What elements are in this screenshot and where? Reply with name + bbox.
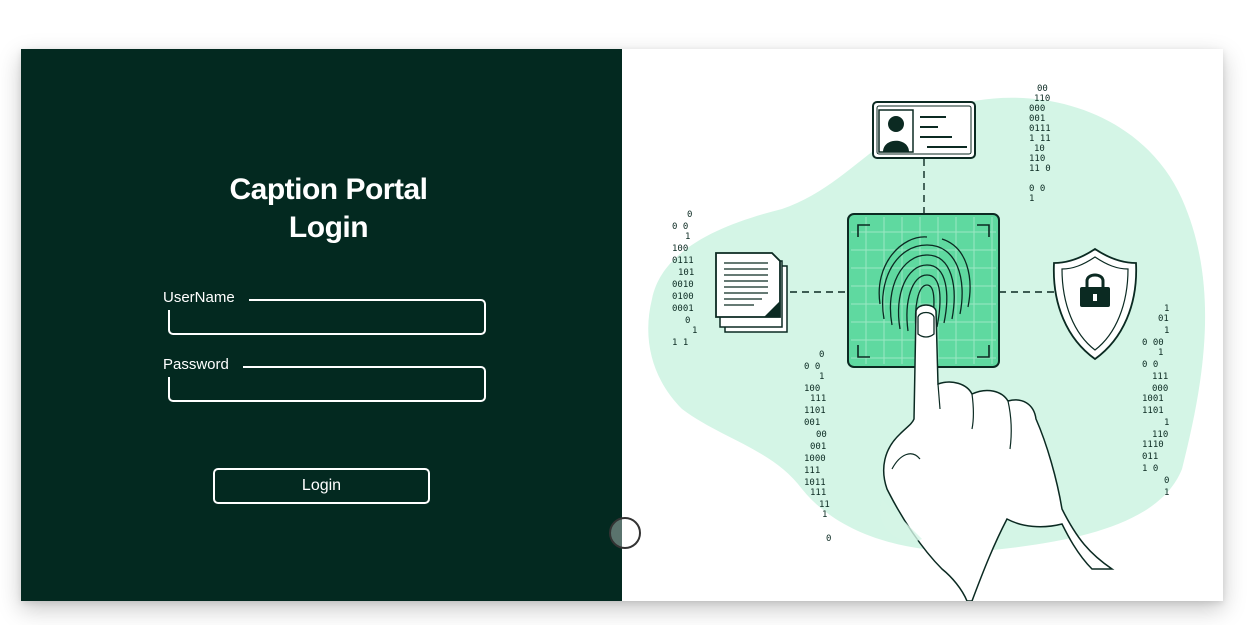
login-button[interactable]: Login [213, 468, 430, 504]
binary-text: 11 [819, 500, 830, 510]
binary-text: 110 [1029, 154, 1045, 164]
binary-text: 1101 [804, 406, 826, 416]
binary-text: 0 [1164, 476, 1169, 486]
binary-text: 1 [1158, 348, 1163, 358]
binary-text: 0 0 [1142, 360, 1158, 370]
binary-text: 000 [1152, 384, 1168, 394]
binary-text: 001 [1029, 114, 1045, 124]
password-field[interactable]: Password [161, 357, 486, 402]
binary-text: 1 0 [1142, 464, 1158, 474]
page-title: Caption Portal Login [21, 171, 636, 247]
binary-text: 01 [1158, 314, 1169, 324]
binary-text: 0100 [672, 292, 694, 302]
binary-text: 1 [819, 372, 824, 382]
binary-text: 1 [692, 326, 697, 336]
binary-text: 111 [810, 394, 826, 404]
binary-text: 0010 [672, 280, 694, 290]
binary-text: 00 [816, 430, 827, 440]
binary-text: 1 [1029, 194, 1034, 204]
binary-text: 0001 [672, 304, 694, 314]
username-label: UserName [161, 290, 249, 310]
username-field[interactable]: UserName [161, 290, 486, 335]
binary-text: 10 [1034, 144, 1045, 154]
binary-text: 000 [1029, 104, 1045, 114]
binary-text: 111 [810, 488, 826, 498]
binary-text: 100 [804, 384, 820, 394]
binary-text: 001 [810, 442, 826, 452]
binary-text: 001 [804, 418, 820, 428]
binary-text: 1 [1164, 488, 1169, 498]
binary-text: 1 11 [1029, 134, 1051, 144]
binary-text: 1011 [804, 478, 826, 488]
binary-text: 1001 [1142, 394, 1164, 404]
binary-text: 0 00 [1142, 338, 1164, 348]
binary-text: 0 [819, 350, 824, 360]
binary-text: 0 [685, 316, 690, 326]
binary-text: 110 [1034, 94, 1050, 104]
binary-text: 1000 [804, 454, 826, 464]
binary-text: 0111 [672, 256, 694, 266]
binary-text: 1 [822, 510, 827, 520]
binary-text: 1 1 [672, 338, 688, 348]
binary-text: 011 [1142, 452, 1158, 462]
binary-text: 101 [678, 268, 694, 278]
binary-text: 1 [1164, 304, 1169, 314]
binary-text: 0 0 [804, 362, 820, 372]
binary-text: 0 [687, 210, 692, 220]
id-card-icon [872, 101, 976, 159]
title-line-2: Login [288, 211, 369, 244]
mouse-cursor-indicator [609, 517, 641, 549]
document-icon [715, 252, 788, 333]
binary-text: 111 [804, 466, 820, 476]
binary-text: 0 0 [672, 222, 688, 232]
binary-text: 1 [1164, 418, 1169, 428]
binary-text: 111 [1152, 372, 1168, 382]
title-line-1: Caption Portal [229, 173, 428, 206]
password-label: Password [161, 357, 243, 377]
binary-text: 0 [826, 534, 831, 544]
binary-text: 1110 [1142, 440, 1164, 450]
binary-text: 1101 [1142, 406, 1164, 416]
binary-text: 1 [685, 232, 690, 242]
binary-text: 0 0 [1029, 184, 1045, 194]
binary-text: 11 0 [1029, 164, 1051, 174]
login-panel: Caption Portal Login UserName Password L… [21, 49, 622, 601]
binary-text: 100 [672, 244, 688, 254]
binary-text: 0111 [1029, 124, 1051, 134]
binary-text: 1 [1164, 326, 1169, 336]
binary-text: 110 [1152, 430, 1168, 440]
security-illustration: 00 110 000 001 0111 1 11 10 110 11 0 0 0… [648, 84, 1206, 601]
binary-text: 00 [1037, 84, 1048, 94]
